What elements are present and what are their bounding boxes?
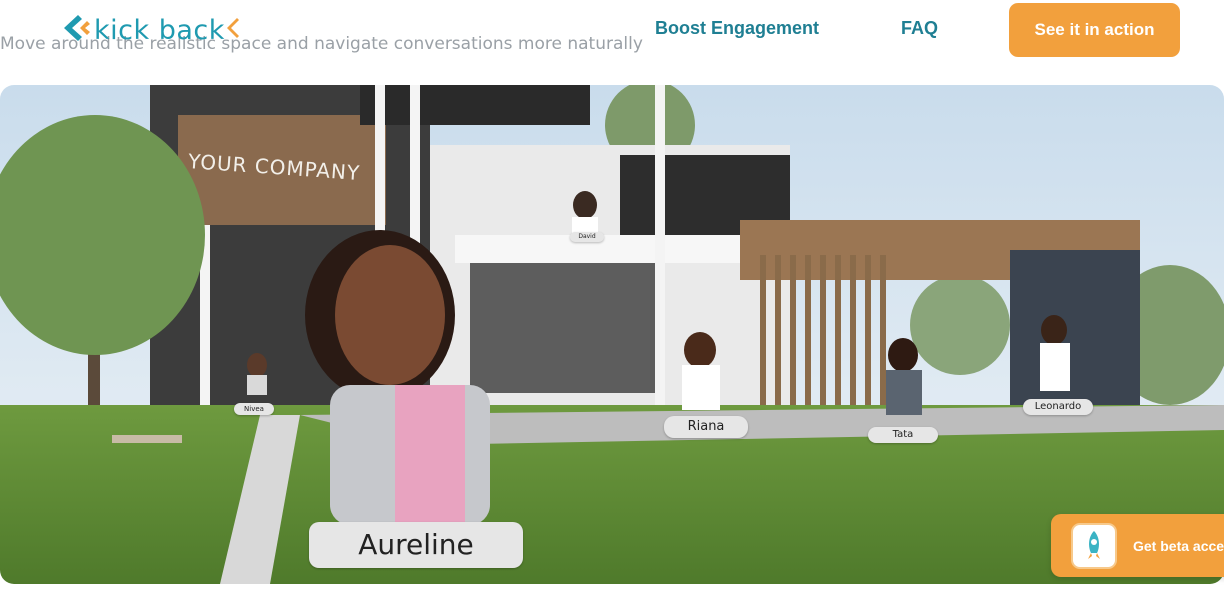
avatar-name-tag-riana: Riana (664, 416, 748, 438)
nav-faq[interactable]: FAQ (901, 18, 938, 39)
logo-link[interactable]: kick back (60, 10, 239, 50)
logo-wordmark: kick back (94, 14, 225, 46)
avatar-name-tag-leonardo: Leonardo (1023, 399, 1093, 415)
avatar-name-tag-aureline: Aureline (309, 522, 523, 568)
logo-end-chevron-icon (225, 16, 239, 45)
avatar-name-tag-tata: Tata (868, 427, 938, 443)
get-beta-access-button[interactable]: Get beta access (1051, 514, 1224, 577)
avatar-name-tag-david: David (570, 232, 604, 242)
get-beta-access-label: Get beta access (1133, 538, 1224, 554)
hero-virtual-space-image: Aureline Riana Tata Leonardo Nivea David… (0, 85, 1224, 584)
logo-chevron-icon (60, 13, 90, 48)
avatar-name-tag-nivea: Nivea (234, 403, 274, 415)
see-it-in-action-button[interactable]: See it in action (1009, 3, 1180, 57)
nav-boost-engagement[interactable]: Boost Engagement (655, 18, 819, 39)
rocket-icon (1071, 523, 1117, 569)
hero-scene (0, 85, 1224, 584)
